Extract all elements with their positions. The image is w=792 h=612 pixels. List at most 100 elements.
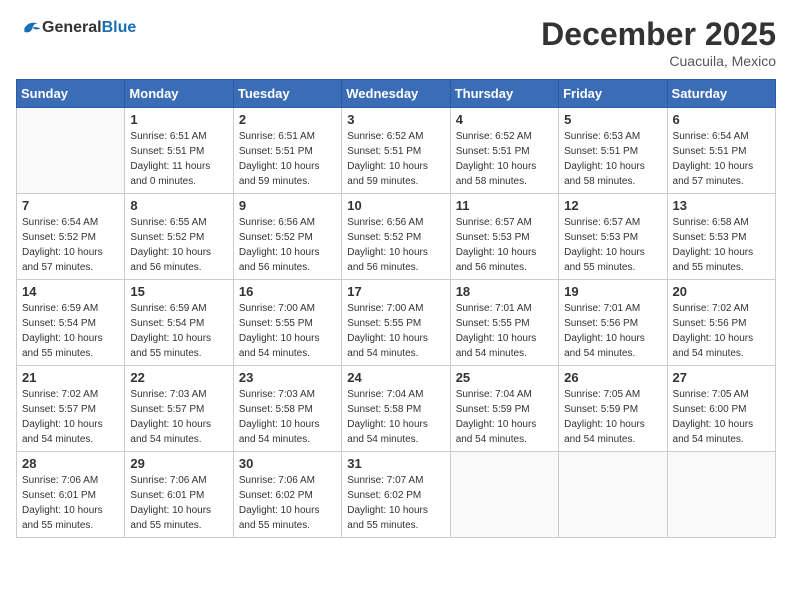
day-info: Sunrise: 6:56 AM Sunset: 5:52 PM Dayligh… bbox=[239, 215, 336, 275]
day-info: Sunrise: 6:54 AM Sunset: 5:51 PM Dayligh… bbox=[673, 129, 770, 189]
day-info: Sunrise: 6:58 AM Sunset: 5:53 PM Dayligh… bbox=[673, 215, 770, 275]
calendar: SundayMondayTuesdayWednesdayThursdayFrid… bbox=[16, 79, 776, 538]
day-info: Sunrise: 6:54 AM Sunset: 5:52 PM Dayligh… bbox=[22, 215, 119, 275]
day-info: Sunrise: 7:06 AM Sunset: 6:02 PM Dayligh… bbox=[239, 473, 336, 533]
day-number: 10 bbox=[347, 198, 444, 213]
day-info: Sunrise: 7:04 AM Sunset: 5:59 PM Dayligh… bbox=[456, 387, 553, 447]
day-number: 4 bbox=[456, 112, 553, 127]
day-number: 7 bbox=[22, 198, 119, 213]
weekday-header-thursday: Thursday bbox=[450, 80, 558, 108]
logo-blue: Blue bbox=[102, 19, 137, 36]
day-info: Sunrise: 6:57 AM Sunset: 5:53 PM Dayligh… bbox=[564, 215, 661, 275]
day-cell: 27 Sunrise: 7:05 AM Sunset: 6:00 PM Dayli… bbox=[667, 366, 775, 452]
day-info: Sunrise: 6:51 AM Sunset: 5:51 PM Dayligh… bbox=[239, 129, 336, 189]
day-number: 9 bbox=[239, 198, 336, 213]
day-cell: 18Sunrise: 7:01 AM Sunset: 5:55 PM Dayli… bbox=[450, 280, 558, 366]
day-cell: 5 Sunrise: 6:53 AM Sunset: 5:51 PM Daylig… bbox=[559, 108, 667, 194]
day-number: 25 bbox=[456, 370, 553, 385]
day-cell bbox=[667, 452, 775, 538]
weekday-header-saturday: Saturday bbox=[667, 80, 775, 108]
day-number: 28 bbox=[22, 456, 119, 471]
week-row-2: 14 Sunrise: 6:59 AM Sunset: 5:54 PM Dayli… bbox=[17, 280, 776, 366]
day-cell: 12 Sunrise: 6:57 AM Sunset: 5:53 PM Dayli… bbox=[559, 194, 667, 280]
day-cell: 1Sunrise: 6:51 AM Sunset: 5:51 PM Daylig… bbox=[125, 108, 233, 194]
day-cell: 13 Sunrise: 6:58 AM Sunset: 5:53 PM Dayli… bbox=[667, 194, 775, 280]
day-cell: 20 Sunrise: 7:02 AM Sunset: 5:56 PM Dayli… bbox=[667, 280, 775, 366]
day-cell: 21Sunrise: 7:02 AM Sunset: 5:57 PM Dayli… bbox=[17, 366, 125, 452]
day-number: 16 bbox=[239, 284, 336, 299]
week-row-1: 7 Sunrise: 6:54 AM Sunset: 5:52 PM Daylig… bbox=[17, 194, 776, 280]
weekday-header-tuesday: Tuesday bbox=[233, 80, 341, 108]
day-number: 3 bbox=[347, 112, 444, 127]
day-cell: 30 Sunrise: 7:06 AM Sunset: 6:02 PM Dayli… bbox=[233, 452, 341, 538]
day-cell: 31Sunrise: 7:07 AM Sunset: 6:02 PM Dayli… bbox=[342, 452, 450, 538]
day-number: 19 bbox=[564, 284, 661, 299]
day-number: 20 bbox=[673, 284, 770, 299]
week-row-4: 28 Sunrise: 7:06 AM Sunset: 6:01 PM Dayli… bbox=[17, 452, 776, 538]
day-number: 26 bbox=[564, 370, 661, 385]
day-info: Sunrise: 7:02 AM Sunset: 5:56 PM Dayligh… bbox=[673, 301, 770, 361]
day-number: 2 bbox=[239, 112, 336, 127]
day-number: 24 bbox=[347, 370, 444, 385]
weekday-header-wednesday: Wednesday bbox=[342, 80, 450, 108]
day-info: Sunrise: 6:52 AM Sunset: 5:51 PM Dayligh… bbox=[456, 129, 553, 189]
weekday-header-sunday: Sunday bbox=[17, 80, 125, 108]
day-number: 18 bbox=[456, 284, 553, 299]
weekday-header-monday: Monday bbox=[125, 80, 233, 108]
day-cell: 17Sunrise: 7:00 AM Sunset: 5:55 PM Dayli… bbox=[342, 280, 450, 366]
day-number: 15 bbox=[130, 284, 227, 299]
day-cell: 19Sunrise: 7:01 AM Sunset: 5:56 PM Dayli… bbox=[559, 280, 667, 366]
day-info: Sunrise: 6:59 AM Sunset: 5:54 PM Dayligh… bbox=[22, 301, 119, 361]
day-info: Sunrise: 7:05 AM Sunset: 5:59 PM Dayligh… bbox=[564, 387, 661, 447]
day-info: Sunrise: 6:55 AM Sunset: 5:52 PM Dayligh… bbox=[130, 215, 227, 275]
day-info: Sunrise: 7:05 AM Sunset: 6:00 PM Dayligh… bbox=[673, 387, 770, 447]
day-number: 6 bbox=[673, 112, 770, 127]
day-info: Sunrise: 6:59 AM Sunset: 5:54 PM Dayligh… bbox=[130, 301, 227, 361]
day-cell: 6 Sunrise: 6:54 AM Sunset: 5:51 PM Daylig… bbox=[667, 108, 775, 194]
day-number: 23 bbox=[239, 370, 336, 385]
day-number: 29 bbox=[130, 456, 227, 471]
day-cell bbox=[17, 108, 125, 194]
week-row-0: 1 Sunrise: 6:51 AM Sunset: 5:51 PM Daylig… bbox=[17, 108, 776, 194]
day-cell: 23Sunrise: 7:03 AM Sunset: 5:58 PM Dayli… bbox=[233, 366, 341, 452]
day-cell: 26 Sunrise: 7:05 AM Sunset: 5:59 PM Dayli… bbox=[559, 366, 667, 452]
day-cell: 16Sunrise: 7:00 AM Sunset: 5:55 PM Dayli… bbox=[233, 280, 341, 366]
day-cell bbox=[450, 452, 558, 538]
day-number: 21 bbox=[22, 370, 119, 385]
day-cell: 28 Sunrise: 7:06 AM Sunset: 6:01 PM Dayli… bbox=[17, 452, 125, 538]
day-number: 13 bbox=[673, 198, 770, 213]
weekday-header-friday: Friday bbox=[559, 80, 667, 108]
month-title: December 2025 bbox=[541, 16, 776, 53]
logo: GeneralBlue bbox=[16, 16, 136, 40]
day-info: Sunrise: 7:06 AM Sunset: 6:01 PM Dayligh… bbox=[130, 473, 227, 533]
day-number: 12 bbox=[564, 198, 661, 213]
day-number: 14 bbox=[22, 284, 119, 299]
day-cell bbox=[559, 452, 667, 538]
day-cell: 22Sunrise: 7:03 AM Sunset: 5:57 PM Dayli… bbox=[125, 366, 233, 452]
day-info: Sunrise: 7:03 AM Sunset: 5:57 PM Dayligh… bbox=[130, 387, 227, 447]
day-info: Sunrise: 7:06 AM Sunset: 6:01 PM Dayligh… bbox=[22, 473, 119, 533]
day-cell: 4 Sunrise: 6:52 AM Sunset: 5:51 PM Daylig… bbox=[450, 108, 558, 194]
day-info: Sunrise: 6:57 AM Sunset: 5:53 PM Dayligh… bbox=[456, 215, 553, 275]
day-cell: 3Sunrise: 6:52 AM Sunset: 5:51 PM Daylig… bbox=[342, 108, 450, 194]
day-info: Sunrise: 7:07 AM Sunset: 6:02 PM Dayligh… bbox=[347, 473, 444, 533]
day-number: 30 bbox=[239, 456, 336, 471]
weekday-header-row: SundayMondayTuesdayWednesdayThursdayFrid… bbox=[17, 80, 776, 108]
day-number: 27 bbox=[673, 370, 770, 385]
day-cell: 24Sunrise: 7:04 AM Sunset: 5:58 PM Dayli… bbox=[342, 366, 450, 452]
day-cell: 2 Sunrise: 6:51 AM Sunset: 5:51 PM Daylig… bbox=[233, 108, 341, 194]
location-title: Cuacuila, Mexico bbox=[541, 53, 776, 69]
day-cell: 14 Sunrise: 6:59 AM Sunset: 5:54 PM Dayli… bbox=[17, 280, 125, 366]
day-cell: 10Sunrise: 6:56 AM Sunset: 5:52 PM Dayli… bbox=[342, 194, 450, 280]
day-cell: 8Sunrise: 6:55 AM Sunset: 5:52 PM Daylig… bbox=[125, 194, 233, 280]
day-cell: 15 Sunrise: 6:59 AM Sunset: 5:54 PM Dayli… bbox=[125, 280, 233, 366]
day-number: 1 bbox=[130, 112, 227, 127]
header: GeneralBlue December 2025 Cuacuila, Mexi… bbox=[16, 16, 776, 69]
logo-general: General bbox=[42, 19, 102, 36]
day-number: 5 bbox=[564, 112, 661, 127]
day-cell: 25 Sunrise: 7:04 AM Sunset: 5:59 PM Dayli… bbox=[450, 366, 558, 452]
title-area: December 2025 Cuacuila, Mexico bbox=[541, 16, 776, 69]
day-info: Sunrise: 7:00 AM Sunset: 5:55 PM Dayligh… bbox=[347, 301, 444, 361]
day-cell: 9 Sunrise: 6:56 AM Sunset: 5:52 PM Daylig… bbox=[233, 194, 341, 280]
day-info: Sunrise: 6:53 AM Sunset: 5:51 PM Dayligh… bbox=[564, 129, 661, 189]
